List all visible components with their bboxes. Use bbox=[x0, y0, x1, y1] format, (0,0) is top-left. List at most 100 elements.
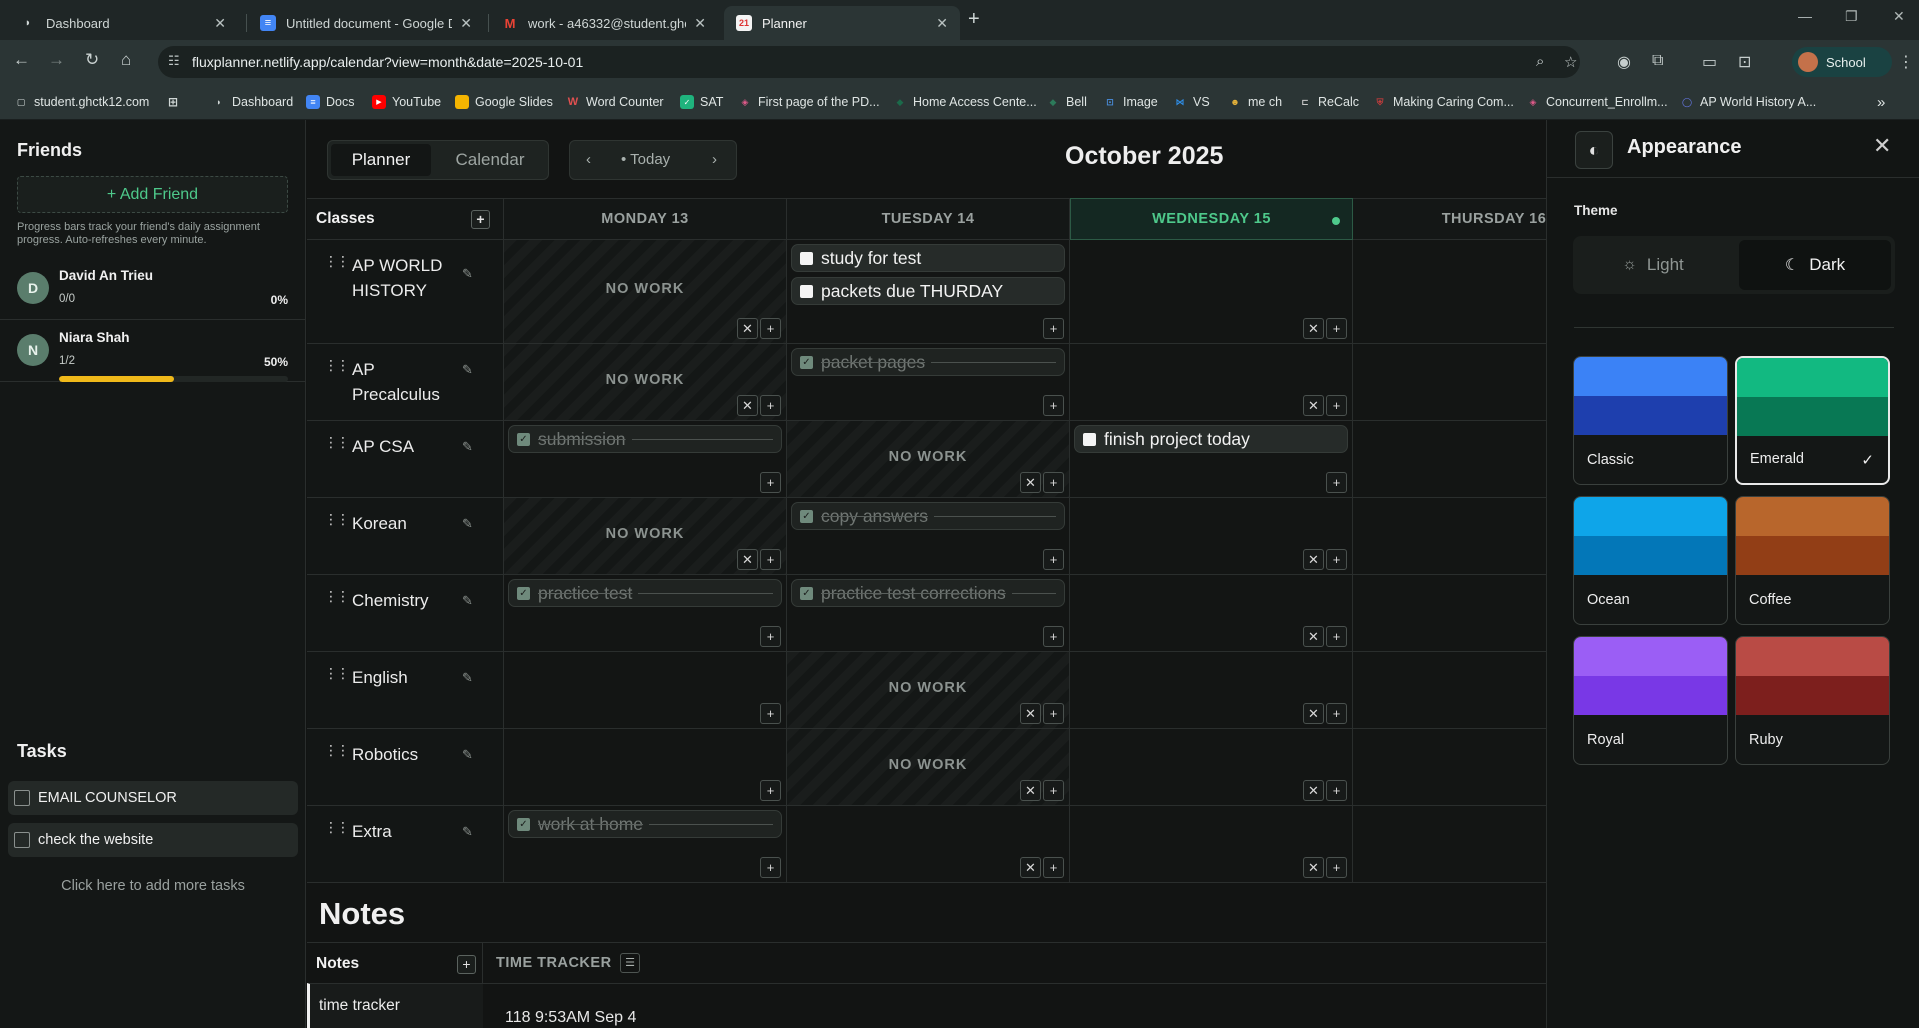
assignment-checkbox[interactable]: ✓ bbox=[517, 817, 530, 831]
theme-swatch-emerald[interactable]: Emerald ✓ bbox=[1735, 356, 1890, 485]
add-assignment-button[interactable]: + bbox=[1043, 626, 1064, 647]
tab-calendar-view[interactable]: Calendar bbox=[434, 144, 546, 176]
planner-cell[interactable] bbox=[1353, 344, 1546, 421]
forward-icon[interactable]: → bbox=[48, 50, 65, 70]
assignment-checkbox[interactable]: ✓ bbox=[517, 432, 530, 446]
task-item[interactable]: check the website bbox=[8, 823, 298, 857]
theme-swatch-coffee[interactable]: Coffee bbox=[1735, 496, 1890, 625]
planner-cell[interactable] bbox=[1353, 575, 1546, 652]
bookmark-recalc[interactable]: ⊏ ReCalc bbox=[1298, 92, 1359, 112]
friend-row[interactable]: N Niara Shah 1/2 50% bbox=[0, 320, 306, 382]
planner-cell[interactable]: NO WORK ✕ + bbox=[504, 344, 787, 421]
theme-swatch-royal[interactable]: Royal bbox=[1573, 636, 1728, 765]
clear-cell-button[interactable]: ✕ bbox=[1303, 780, 1324, 801]
reading-list-icon[interactable]: ▭ bbox=[1702, 52, 1717, 72]
planner-cell[interactable]: ✓ packet pages + bbox=[787, 344, 1070, 421]
assignment-checkbox[interactable]: ✓ bbox=[517, 586, 530, 600]
planner-cell[interactable] bbox=[1353, 729, 1546, 806]
planner-cell[interactable]: ✓ copy answers + bbox=[787, 498, 1070, 575]
clear-cell-button[interactable]: ✕ bbox=[1020, 472, 1041, 493]
extensions-puzzle-icon[interactable]: ⧉ bbox=[1652, 52, 1663, 70]
add-assignment-button[interactable]: + bbox=[1043, 857, 1064, 878]
bookmark-concurrent-enrollment[interactable]: ◈ Concurrent_Enrollm... bbox=[1526, 92, 1668, 112]
assignment-checkbox[interactable] bbox=[800, 251, 813, 265]
add-assignment-button[interactable]: + bbox=[1043, 549, 1064, 570]
clear-cell-button[interactable]: ✕ bbox=[1303, 857, 1324, 878]
bookmarks-overflow-icon[interactable]: » bbox=[1877, 92, 1885, 112]
planner-cell[interactable]: + bbox=[504, 729, 787, 806]
next-week-button[interactable]: › bbox=[712, 151, 717, 168]
task-checkbox[interactable] bbox=[14, 832, 30, 848]
light-mode-button[interactable]: ☼ Light bbox=[1577, 240, 1729, 290]
add-assignment-button[interactable]: + bbox=[1326, 703, 1347, 724]
assignment-item[interactable]: study for test bbox=[791, 244, 1065, 272]
site-info-icon[interactable]: ☷ bbox=[168, 53, 180, 69]
bookmark-home-access[interactable]: ◆ Home Access Cente... bbox=[893, 92, 1037, 112]
add-assignment-button[interactable]: + bbox=[760, 395, 781, 416]
minimize-icon[interactable]: — bbox=[1798, 8, 1812, 24]
planner-cell[interactable]: ✓ submission + bbox=[504, 421, 787, 498]
theme-swatch-classic[interactable]: Classic bbox=[1573, 356, 1728, 485]
close-icon[interactable]: ✕ bbox=[1873, 133, 1891, 159]
add-assignment-button[interactable]: + bbox=[1326, 549, 1347, 570]
assignment-checkbox[interactable] bbox=[1083, 432, 1096, 446]
task-checkbox[interactable] bbox=[14, 790, 30, 806]
assignment-item[interactable]: ✓ packet pages bbox=[791, 348, 1065, 376]
bookmark-bell[interactable]: ◆ Bell bbox=[1046, 92, 1087, 112]
planner-cell[interactable] bbox=[1353, 240, 1546, 344]
planner-cell[interactable]: ✕ + bbox=[1070, 344, 1353, 421]
add-note-button[interactable]: + bbox=[457, 955, 476, 974]
planner-cell[interactable]: study for test packets due THURDAY + bbox=[787, 240, 1070, 344]
bookmark-making-caring[interactable]: ⛨ Making Caring Com... bbox=[1373, 92, 1514, 112]
drag-handle-icon[interactable]: ⋮⋮ bbox=[324, 358, 350, 372]
add-assignment-button[interactable]: + bbox=[760, 318, 781, 339]
add-assignment-button[interactable]: + bbox=[1326, 472, 1347, 493]
add-assignment-button[interactable]: + bbox=[1326, 318, 1347, 339]
edit-pencil-icon[interactable]: ✎ bbox=[462, 670, 473, 686]
planner-cell[interactable]: ✕ + bbox=[1070, 498, 1353, 575]
bookmark-google-slides[interactable]: Google Slides bbox=[455, 92, 553, 112]
home-icon[interactable]: ⌂ bbox=[121, 50, 131, 70]
list-icon[interactable]: ☰ bbox=[620, 953, 640, 973]
bookmark-docs[interactable]: ≡ Docs bbox=[306, 92, 354, 112]
drag-handle-icon[interactable]: ⋮⋮ bbox=[324, 512, 350, 526]
task-item[interactable]: EMAIL COUNSELOR bbox=[8, 781, 298, 815]
edit-pencil-icon[interactable]: ✎ bbox=[462, 516, 473, 532]
zoom-icon[interactable]: ⌕ bbox=[1536, 53, 1544, 70]
planner-cell[interactable]: ✕ + bbox=[1070, 575, 1353, 652]
clear-cell-button[interactable]: ✕ bbox=[737, 318, 758, 339]
bookmark-me-ch[interactable]: ☻ me ch bbox=[1228, 92, 1282, 112]
cast-icon[interactable]: ⊡ bbox=[1738, 52, 1751, 72]
clear-cell-button[interactable]: ✕ bbox=[1303, 549, 1324, 570]
new-tab-icon[interactable]: + bbox=[968, 8, 980, 31]
tab-planner[interactable]: 21 Planner ✕ bbox=[724, 6, 960, 40]
bookmark-sat[interactable]: ✓ SAT bbox=[680, 92, 723, 112]
add-friend-button[interactable]: + Add Friend bbox=[17, 176, 288, 213]
restore-icon[interactable]: ❐ bbox=[1845, 8, 1858, 25]
bookmark-image[interactable]: ⊡ Image bbox=[1103, 92, 1158, 112]
clear-cell-button[interactable]: ✕ bbox=[1303, 626, 1324, 647]
planner-cell[interactable]: ✕ + bbox=[1070, 806, 1353, 883]
assignment-checkbox[interactable]: ✓ bbox=[800, 355, 813, 369]
add-assignment-button[interactable]: + bbox=[1326, 395, 1347, 416]
today-button[interactable]: • Today bbox=[621, 151, 670, 168]
assignment-item[interactable]: finish project today bbox=[1074, 425, 1348, 453]
add-assignment-button[interactable]: + bbox=[1043, 395, 1064, 416]
edit-pencil-icon[interactable]: ✎ bbox=[462, 824, 473, 840]
add-class-button[interactable]: + bbox=[471, 210, 490, 229]
close-icon[interactable]: ✕ bbox=[214, 15, 226, 32]
theme-swatch-ocean[interactable]: Ocean bbox=[1573, 496, 1728, 625]
planner-cell[interactable]: ✓ work at home + bbox=[504, 806, 787, 883]
planner-cell[interactable] bbox=[1353, 498, 1546, 575]
bookmark-star-icon[interactable]: ☆ bbox=[1564, 53, 1577, 71]
assignment-checkbox[interactable] bbox=[800, 284, 813, 298]
edit-pencil-icon[interactable]: ✎ bbox=[462, 266, 473, 282]
assignment-item[interactable]: packets due THURDAY bbox=[791, 277, 1065, 305]
planner-cell[interactable] bbox=[1353, 652, 1546, 729]
clear-cell-button[interactable]: ✕ bbox=[1020, 703, 1041, 724]
add-assignment-button[interactable]: + bbox=[760, 626, 781, 647]
address-bar[interactable]: ☷ fluxplanner.netlify.app/calendar?view=… bbox=[158, 46, 1580, 78]
add-assignment-button[interactable]: + bbox=[1043, 318, 1064, 339]
assignment-item[interactable]: ✓ work at home bbox=[508, 810, 782, 838]
planner-cell[interactable]: + bbox=[504, 652, 787, 729]
